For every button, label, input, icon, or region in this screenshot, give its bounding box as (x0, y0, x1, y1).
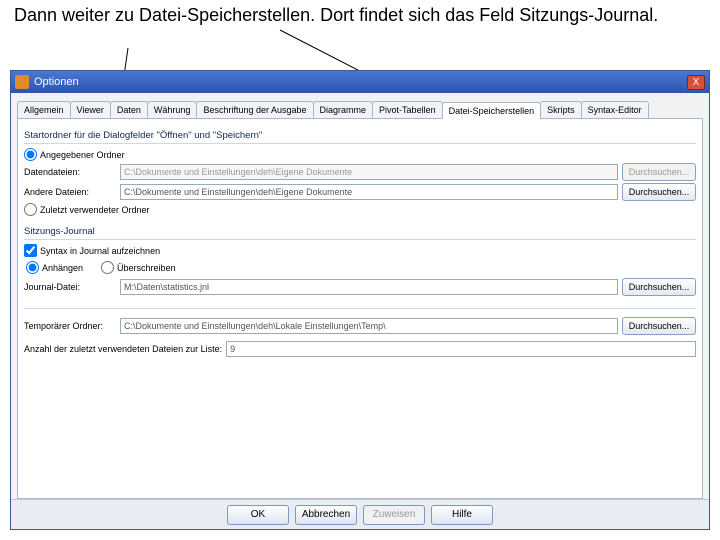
tab-pivot[interactable]: Pivot-Tabellen (372, 101, 443, 118)
help-button[interactable]: Hilfe (431, 505, 493, 525)
tab-pane: Startordner für die Dialogfelder "Öffnen… (17, 119, 703, 499)
tab-daten[interactable]: Daten (110, 101, 148, 118)
input-journal-file[interactable] (120, 279, 618, 295)
browse-journal-file[interactable]: Durchsuchen... (622, 278, 696, 296)
radio-overwrite-label: Überschreiben (117, 263, 176, 273)
cancel-button[interactable]: Abbrechen (295, 505, 357, 525)
radio-append-label: Anhängen (42, 263, 83, 273)
radio-recent-folder-input[interactable] (24, 203, 37, 216)
instruction-caption: Dann weiter zu Datei-Speicherstellen. Do… (0, 0, 720, 29)
tab-waehrung[interactable]: Währung (147, 101, 198, 118)
input-temp-folder[interactable] (120, 318, 618, 334)
app-icon (15, 75, 29, 89)
apply-button[interactable]: Zuweisen (363, 505, 425, 525)
input-recent-count[interactable] (226, 341, 696, 357)
tab-dateispeicher[interactable]: Datei-Speicherstellen (442, 102, 542, 119)
radio-specified-folder-input[interactable] (24, 148, 37, 161)
checkbox-record-syntax[interactable]: Syntax in Journal aufzeichnen (24, 244, 696, 257)
checkbox-record-syntax-input[interactable] (24, 244, 37, 257)
checkbox-record-syntax-label: Syntax in Journal aufzeichnen (40, 246, 160, 256)
tab-bar: Allgemein Viewer Daten Währung Beschrift… (17, 101, 703, 119)
group-session-journal-title: Sitzungs-Journal (24, 226, 696, 240)
radio-recent-folder[interactable]: Zuletzt verwendeter Ordner (24, 203, 696, 216)
tab-skripts[interactable]: Skripts (540, 101, 582, 118)
radio-overwrite[interactable]: Überschreiben (101, 261, 176, 274)
radio-specified-folder[interactable]: Angegebener Ordner (24, 148, 696, 161)
dialog-button-bar: OK Abbrechen Zuweisen Hilfe (11, 499, 709, 529)
group-startfolder-title: Startordner für die Dialogfelder "Öffnen… (24, 130, 696, 144)
input-other-files[interactable] (120, 184, 618, 200)
browse-other-files[interactable]: Durchsuchen... (622, 183, 696, 201)
radio-append[interactable]: Anhängen (26, 261, 83, 274)
label-journal-file: Journal-Datei: (24, 282, 116, 292)
browse-data-files[interactable]: Durchsuchen... (622, 163, 696, 181)
tab-allgemein[interactable]: Allgemein (17, 101, 71, 118)
label-temp-folder: Temporärer Ordner: (24, 321, 116, 331)
tab-diagramme[interactable]: Diagramme (313, 101, 374, 118)
tab-viewer[interactable]: Viewer (70, 101, 111, 118)
window-title: Optionen (34, 76, 687, 88)
radio-recent-folder-label: Zuletzt verwendeter Ordner (40, 205, 150, 215)
radio-specified-folder-label: Angegebener Ordner (40, 150, 125, 160)
label-data-files: Datendateien: (24, 167, 116, 177)
label-other-files: Andere Dateien: (24, 187, 116, 197)
ok-button[interactable]: OK (227, 505, 289, 525)
tab-beschriftung[interactable]: Beschriftung der Ausgabe (196, 101, 313, 118)
options-dialog: Optionen X Allgemein Viewer Daten Währun… (10, 70, 710, 530)
divider (24, 308, 696, 309)
tab-syntax[interactable]: Syntax-Editor (581, 101, 649, 118)
titlebar: Optionen X (11, 71, 709, 93)
input-data-files[interactable] (120, 164, 618, 180)
close-button[interactable]: X (687, 75, 705, 90)
browse-temp-folder[interactable]: Durchsuchen... (622, 317, 696, 335)
label-recent-count: Anzahl der zuletzt verwendeten Dateien z… (24, 344, 222, 354)
radio-append-input[interactable] (26, 261, 39, 274)
radio-overwrite-input[interactable] (101, 261, 114, 274)
